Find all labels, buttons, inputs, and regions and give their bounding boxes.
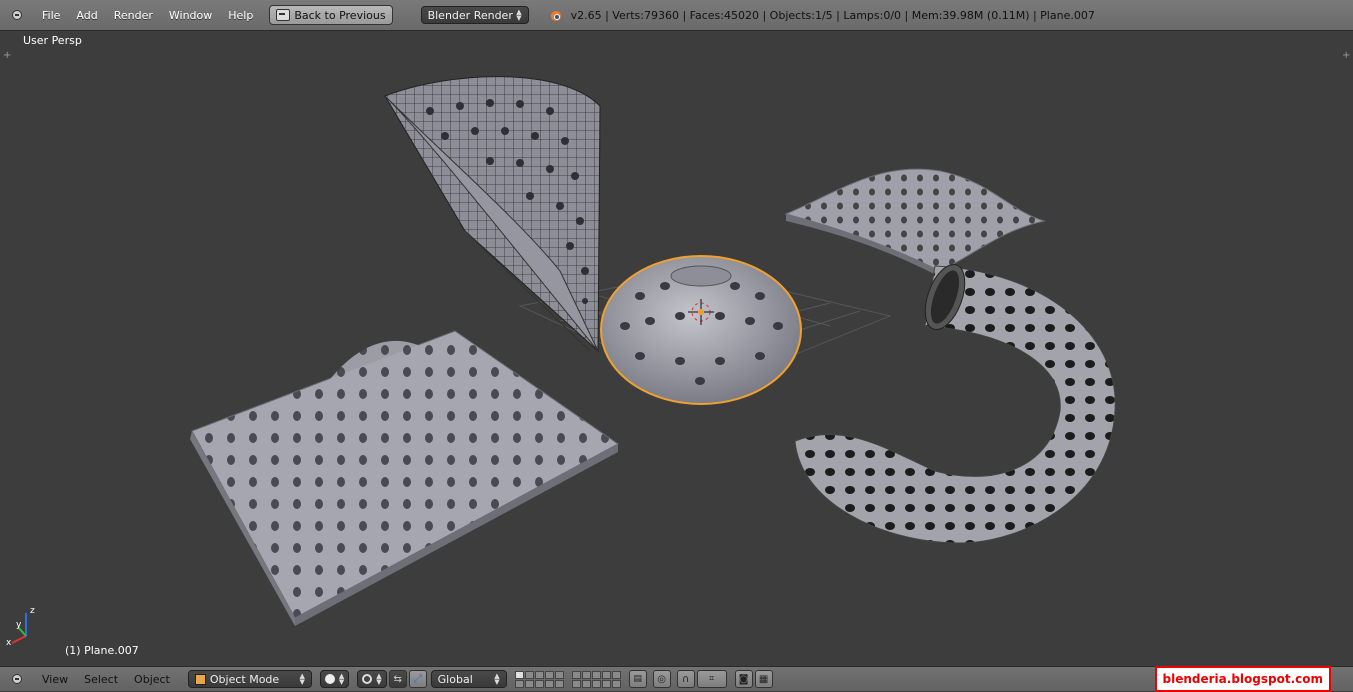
screen-back-icon [276, 9, 291, 21]
render-engine-value: Blender Render [427, 8, 513, 22]
torus-mesh-selected [600, 255, 802, 405]
solid-shading-icon [324, 674, 335, 684]
updown-arrows-icon: ▲ ▼ [516, 8, 522, 22]
manipulator-icon: ⇆ [393, 673, 402, 685]
header-collapse-icon[interactable] [12, 10, 22, 20]
translate-manipulator-button[interactable]: ⤢ [408, 670, 427, 688]
mode-select[interactable]: Object Mode ▲ ▼ [187, 670, 312, 688]
layer-buttons-group-1[interactable] [514, 670, 564, 688]
pivot-icon [362, 674, 373, 684]
snap-magnet-icon: ∩ [681, 673, 690, 685]
blog-watermark: blenderia.blogspot.com [1154, 666, 1331, 692]
axis-y-label: y [16, 620, 22, 630]
menu-object[interactable]: Object [126, 673, 178, 686]
bump-plane-mesh [190, 330, 619, 626]
proportional-edit-button[interactable]: ◎ [652, 670, 671, 688]
viewport-scene: z y x [6, 76, 1116, 648]
menu-window[interactable]: Window [161, 9, 220, 22]
back-to-previous-button[interactable]: Back to Previous [269, 5, 393, 25]
axis-z-label: z [30, 606, 35, 616]
proportional-icon: ◎ [657, 673, 667, 685]
updown-arrows-icon: ▲ ▼ [299, 672, 305, 686]
render-opengl-image-button[interactable]: ◙ [734, 670, 753, 688]
toolshelf-toggle-icon[interactable]: + [3, 51, 11, 61]
menu-file[interactable]: File [34, 9, 68, 22]
3d-viewport[interactable]: z y x User Persp (1) Plane.007 + + [0, 31, 1353, 666]
camera-icon: ◙ [738, 673, 749, 685]
menu-select[interactable]: Select [76, 673, 126, 686]
manipulator-toggle[interactable]: ⇆ [388, 670, 407, 688]
view-name-label: User Persp [23, 34, 82, 47]
scene-stats: v2.65 | Verts:79360 | Faces:45020 | Obje… [570, 8, 1095, 22]
viewport-shading-select[interactable]: ▲ ▼ [319, 670, 350, 688]
layer-lock-icon: ▤ [633, 674, 642, 684]
updown-arrows-icon: ▲ ▼ [338, 672, 345, 686]
active-object-label: (1) Plane.007 [65, 644, 139, 657]
translate-icon: ⤢ [413, 672, 423, 685]
menu-help[interactable]: Help [220, 9, 261, 22]
updown-arrows-icon: ▲ ▼ [494, 672, 500, 686]
properties-toggle-icon[interactable]: + [1342, 51, 1350, 61]
cone-mesh [384, 76, 601, 353]
cloth-plane-mesh [784, 168, 1046, 277]
snap-element-select[interactable]: ⌗ [696, 670, 727, 688]
snap-increment-icon: ⌗ [709, 674, 715, 684]
clapper-icon: ▦ [758, 673, 769, 685]
pivot-point-select[interactable]: ▲ ▼ [357, 670, 387, 688]
transform-orientation-select[interactable]: Global ▲ ▼ [430, 670, 507, 688]
lock-layers-button[interactable]: ▤ [628, 670, 647, 688]
mode-value: Object Mode [209, 672, 280, 686]
object-cube-icon [194, 673, 206, 685]
menu-render[interactable]: Render [106, 9, 161, 22]
layer-buttons-group-2[interactable] [571, 670, 621, 688]
footer-collapse-icon[interactable] [12, 674, 22, 684]
info-header: File Add Render Window Help Back to Prev… [0, 0, 1353, 31]
axis-x-label: x [6, 638, 12, 648]
viewport-header: View Select Object Object Mode ▲ ▼ ▲ ▼ ▲ ▼ … [0, 666, 1353, 691]
render-opengl-animation-button[interactable]: ▦ [754, 670, 773, 688]
orientation-value: Global [437, 672, 473, 686]
snap-toggle-button[interactable]: ∩ [676, 670, 695, 688]
render-engine-select[interactable]: Blender Render ▲ ▼ [420, 6, 529, 24]
menu-add[interactable]: Add [68, 9, 105, 22]
menu-view[interactable]: View [34, 673, 76, 686]
back-to-previous-label: Back to Previous [294, 8, 386, 22]
blender-logo-icon [549, 8, 563, 22]
updown-arrows-icon: ▲ ▼ [376, 672, 382, 686]
tube-mesh [794, 264, 1116, 544]
